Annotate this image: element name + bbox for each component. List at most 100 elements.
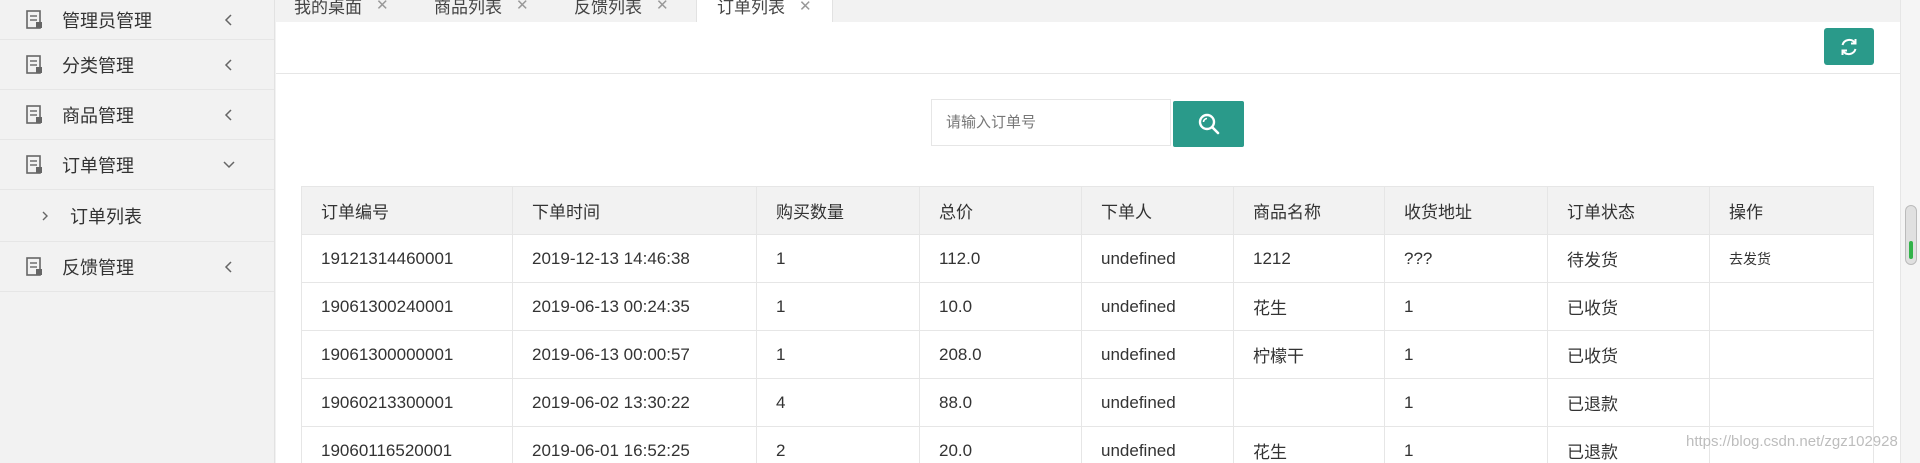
ship-order-link[interactable]: 去发货 bbox=[1729, 251, 1771, 267]
table-cell: undefined bbox=[1081, 282, 1234, 331]
order-number-search-input[interactable] bbox=[931, 99, 1171, 146]
sidebar-item-admin[interactable]: 管理员管理 bbox=[0, 0, 274, 40]
close-icon[interactable]: ✕ bbox=[516, 0, 529, 14]
sidebar-item-feedback[interactable]: 反馈管理 bbox=[0, 242, 274, 292]
table-cell: 20.0 bbox=[919, 426, 1082, 463]
refresh-button[interactable] bbox=[1824, 28, 1874, 65]
sidebar-item-label: 订单管理 bbox=[62, 155, 134, 176]
table-header-row: 订单编号 下单时间 购买数量 总价 下单人 商品名称 收货地址 订单状态 操作 bbox=[301, 186, 1874, 235]
tab-product-list[interactable]: 商品列表 ✕ bbox=[434, 0, 529, 22]
table-cell: 已退款 bbox=[1547, 378, 1710, 427]
sidebar-item-label: 反馈管理 bbox=[62, 257, 134, 278]
chevron-left-icon bbox=[224, 13, 232, 26]
table-cell: 1212 bbox=[1233, 234, 1385, 283]
table-cell: undefined bbox=[1081, 378, 1234, 427]
document-icon bbox=[26, 155, 42, 174]
chevron-left-icon bbox=[224, 108, 232, 121]
column-header: 总价 bbox=[919, 186, 1082, 235]
table-cell: 待发货 bbox=[1547, 234, 1710, 283]
chevron-left-icon bbox=[224, 260, 232, 273]
column-header: 订单编号 bbox=[301, 186, 513, 235]
chevron-down-icon bbox=[223, 160, 235, 168]
table-cell: undefined bbox=[1081, 330, 1234, 379]
watermark: https://blog.csdn.net/zgz102928 bbox=[1686, 433, 1898, 450]
table-row: 19061300000001 2019-06-13 00:00:57 1 208… bbox=[301, 330, 1874, 379]
search-button[interactable] bbox=[1173, 101, 1244, 147]
table-row: 19121314460001 2019-12-13 14:46:38 1 112… bbox=[301, 234, 1874, 283]
table-cell: 1 bbox=[1384, 378, 1548, 427]
sidebar-item-orders[interactable]: 订单管理 bbox=[0, 140, 274, 190]
table-cell: 柠檬干 bbox=[1233, 330, 1385, 379]
table-cell: 10.0 bbox=[919, 282, 1082, 331]
document-icon bbox=[26, 10, 42, 29]
sidebar-subitem-order-list[interactable]: 订单列表 bbox=[0, 190, 274, 242]
close-icon[interactable]: ✕ bbox=[656, 0, 669, 14]
table-cell: 2019-06-01 16:52:25 bbox=[512, 426, 757, 463]
sidebar-item-category[interactable]: 分类管理 bbox=[0, 40, 274, 90]
refresh-icon bbox=[1841, 38, 1857, 55]
search-icon bbox=[1198, 113, 1219, 135]
table-cell: 19060116520001 bbox=[301, 426, 513, 463]
table-cell: undefined bbox=[1081, 426, 1234, 463]
close-icon[interactable]: ✕ bbox=[376, 0, 389, 14]
tab-label: 商品列表 bbox=[434, 0, 502, 17]
chevron-right-icon bbox=[42, 211, 48, 220]
table-cell-action: 去发货 bbox=[1709, 234, 1874, 283]
table-cell: 88.0 bbox=[919, 378, 1082, 427]
table-row: 19060116520001 2019-06-01 16:52:25 2 20.… bbox=[301, 426, 1874, 463]
column-header: 商品名称 bbox=[1233, 186, 1385, 235]
chevron-left-icon bbox=[224, 58, 232, 71]
table-cell: 19060213300001 bbox=[301, 378, 513, 427]
tab-desktop[interactable]: 我的桌面 ✕ bbox=[294, 0, 389, 22]
table-cell-action bbox=[1709, 378, 1874, 427]
tab-order-list[interactable]: 订单列表 ✕ bbox=[696, 0, 833, 22]
table-cell: 4 bbox=[756, 378, 920, 427]
tab-bar: 我的桌面 ✕ 商品列表 ✕ 反馈列表 ✕ 订单列表 ✕ bbox=[276, 0, 1920, 22]
column-header: 操作 bbox=[1709, 186, 1874, 235]
table-row: 19061300240001 2019-06-13 00:24:35 1 10.… bbox=[301, 282, 1874, 331]
sidebar-item-label: 分类管理 bbox=[62, 55, 134, 76]
table-cell: 2019-06-13 00:00:57 bbox=[512, 330, 757, 379]
scrollbar-thumb[interactable] bbox=[1905, 205, 1917, 265]
column-header: 收货地址 bbox=[1384, 186, 1548, 235]
document-icon bbox=[26, 55, 42, 74]
vertical-scrollbar[interactable] bbox=[1900, 0, 1920, 463]
tab-feedback-list[interactable]: 反馈列表 ✕ bbox=[574, 0, 669, 22]
close-icon[interactable]: ✕ bbox=[799, 0, 812, 15]
table-cell bbox=[1233, 378, 1385, 427]
tab-label: 订单列表 bbox=[717, 0, 785, 17]
table-cell: 已收货 bbox=[1547, 282, 1710, 331]
tab-label: 我的桌面 bbox=[294, 0, 362, 17]
table-row: 19060213300001 2019-06-02 13:30:22 4 88.… bbox=[301, 378, 1874, 427]
table-cell: 1 bbox=[756, 282, 920, 331]
column-header: 购买数量 bbox=[756, 186, 920, 235]
table-cell: 2019-06-02 13:30:22 bbox=[512, 378, 757, 427]
table-cell: 1 bbox=[756, 234, 920, 283]
order-table: 订单编号 下单时间 购买数量 总价 下单人 商品名称 收货地址 订单状态 操作 … bbox=[301, 186, 1874, 463]
table-cell: undefined bbox=[1081, 234, 1234, 283]
table-cell: 花生 bbox=[1233, 282, 1385, 331]
table-cell: 2019-12-13 14:46:38 bbox=[512, 234, 757, 283]
column-header: 订单状态 bbox=[1547, 186, 1710, 235]
table-cell-action bbox=[1709, 282, 1874, 331]
table-cell: 1 bbox=[1384, 330, 1548, 379]
sidebar: 管理员管理 分类管理 商品管理 订单管理 订单列表 反馈管理 bbox=[0, 0, 275, 463]
table-cell: 2 bbox=[756, 426, 920, 463]
table-cell: 19061300000001 bbox=[301, 330, 513, 379]
table-cell: 112.0 bbox=[919, 234, 1082, 283]
main-content: 订单编号 下单时间 购买数量 总价 下单人 商品名称 收货地址 订单状态 操作 … bbox=[276, 22, 1900, 463]
table-cell: 19121314460001 bbox=[301, 234, 513, 283]
column-header: 下单时间 bbox=[512, 186, 757, 235]
table-cell: 2019-06-13 00:24:35 bbox=[512, 282, 757, 331]
table-cell: 已收货 bbox=[1547, 330, 1710, 379]
table-cell: 208.0 bbox=[919, 330, 1082, 379]
table-cell: 19061300240001 bbox=[301, 282, 513, 331]
sidebar-item-label: 管理员管理 bbox=[62, 10, 152, 31]
sidebar-item-products[interactable]: 商品管理 bbox=[0, 90, 274, 140]
table-cell: ??? bbox=[1384, 234, 1548, 283]
column-header: 下单人 bbox=[1081, 186, 1234, 235]
sidebar-item-label: 商品管理 bbox=[62, 105, 134, 126]
table-cell: 花生 bbox=[1233, 426, 1385, 463]
sidebar-subitem-label: 订单列表 bbox=[70, 206, 142, 227]
scroll-indicator bbox=[1909, 241, 1913, 259]
